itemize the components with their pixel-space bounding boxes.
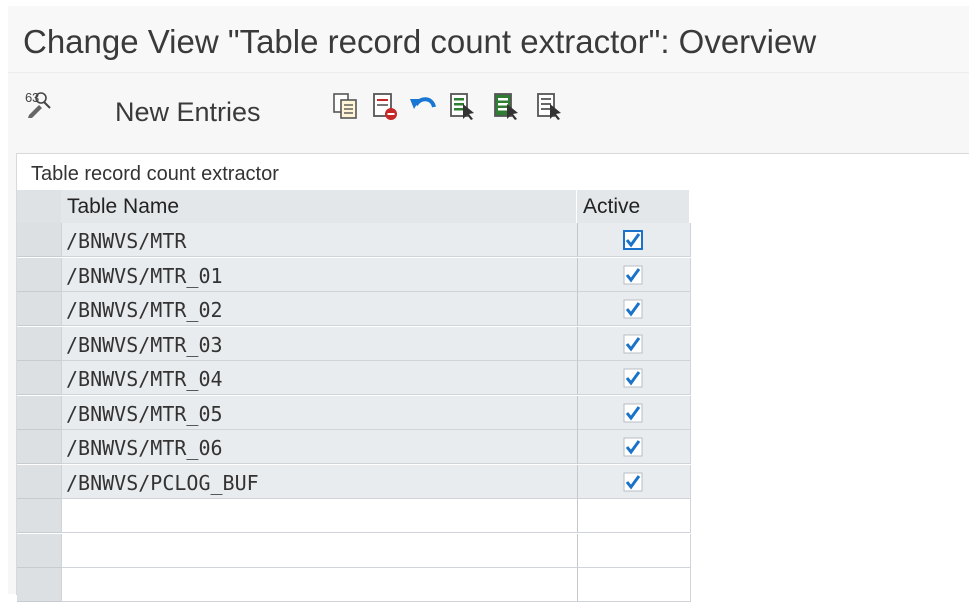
- row-selector[interactable]: [17, 223, 61, 257]
- table-name-value: /BNWVS/MTR_03: [66, 332, 223, 357]
- table-name-cell[interactable]: [61, 568, 577, 602]
- deselect-all-icon[interactable]: [535, 91, 565, 121]
- active-cell: [577, 326, 691, 361]
- table-row[interactable]: /BNWVS/MTR_02: [17, 292, 691, 326]
- active-checkbox[interactable]: [623, 437, 643, 457]
- row-selector[interactable]: [17, 292, 61, 326]
- column-header-label: Active: [583, 195, 641, 218]
- table-name-cell[interactable]: /BNWVS/MTR_01: [61, 257, 577, 292]
- active-checkbox[interactable]: [623, 403, 643, 423]
- active-cell: [577, 499, 691, 533]
- column-header-label: Table Name: [67, 195, 180, 218]
- active-cell: [577, 464, 691, 499]
- table-row[interactable]: /BNWVS/MTR_06: [17, 430, 691, 464]
- column-header-active[interactable]: Active: [577, 190, 689, 224]
- table-row[interactable]: /BNWVS/MTR_04: [17, 361, 691, 395]
- table-name-value: /BNWVS/MTR_06: [66, 436, 223, 460]
- row-selector[interactable]: [17, 533, 61, 568]
- table-name-cell[interactable]: /BNWVS/MTR_04: [61, 361, 577, 395]
- sap-window: Change View "Table record count extracto…: [8, 6, 969, 602]
- active-cell: [577, 533, 691, 568]
- column-header-table-name[interactable]: Table Name: [61, 190, 576, 224]
- active-checkbox[interactable]: [623, 472, 643, 492]
- table-row[interactable]: /BNWVS/PCLOG_BUF: [17, 464, 691, 499]
- active-cell: [577, 361, 691, 395]
- table-name-cell[interactable]: /BNWVS/MTR_03: [61, 326, 577, 361]
- table-name-cell[interactable]: /BNWVS/MTR_06: [61, 430, 577, 464]
- empty-table-row[interactable]: [17, 499, 691, 533]
- active-checkbox[interactable]: [623, 265, 643, 285]
- table-name-cell[interactable]: /BNWVS/MTR: [61, 223, 577, 257]
- row-selector[interactable]: [17, 257, 61, 292]
- table-row[interactable]: /BNWVS/MTR: [17, 223, 691, 257]
- empty-table-row[interactable]: [17, 533, 691, 568]
- table-name-value: /BNWVS/PCLOG_BUF: [66, 470, 259, 495]
- empty-table-row[interactable]: [17, 568, 691, 602]
- row-selector[interactable]: [17, 430, 61, 464]
- table-row[interactable]: /BNWVS/MTR_05: [17, 395, 691, 430]
- page-title: Change View "Table record count extracto…: [23, 23, 817, 60]
- display-change-icon[interactable]: 6 3: [23, 89, 53, 119]
- active-checkbox[interactable]: [623, 368, 643, 388]
- table-row[interactable]: /BNWVS/MTR_01: [17, 257, 691, 292]
- table-name-cell[interactable]: /BNWVS/PCLOG_BUF: [61, 464, 577, 499]
- row-selector[interactable]: [17, 464, 61, 499]
- row-selector[interactable]: [17, 326, 61, 361]
- undo-icon[interactable]: [408, 91, 438, 121]
- table-control-panel: Table record count extractor Table Name …: [16, 153, 969, 602]
- select-all-icon[interactable]: [448, 91, 478, 121]
- delete-icon[interactable]: [370, 91, 400, 121]
- active-cell: [577, 223, 691, 257]
- row-selector[interactable]: [17, 361, 61, 395]
- copy-icon[interactable]: [330, 91, 360, 121]
- table-name-cell[interactable]: [61, 533, 577, 568]
- active-cell: [577, 395, 691, 430]
- row-selector[interactable]: [17, 568, 61, 602]
- application-toolbar: 6 3 New Entries: [8, 72, 969, 141]
- table-name-value: /BNWVS/MTR: [66, 229, 187, 253]
- table-name-cell[interactable]: [61, 499, 577, 533]
- active-cell: [577, 568, 691, 602]
- new-entries-button[interactable]: New Entries: [115, 97, 261, 128]
- active-cell: [577, 292, 691, 326]
- panel-title: Table record count extractor: [31, 163, 279, 185]
- active-checkbox[interactable]: [623, 334, 643, 354]
- table-name-value: /BNWVS/MTR_04: [66, 367, 223, 391]
- title-bar: Change View "Table record count extracto…: [8, 6, 969, 72]
- table-name-value: /BNWVS/MTR_05: [66, 401, 223, 426]
- table-name-cell[interactable]: /BNWVS/MTR_02: [61, 292, 577, 326]
- active-checkbox[interactable]: [623, 299, 643, 319]
- row-selector[interactable]: [17, 499, 61, 533]
- active-cell: [577, 430, 691, 464]
- table-row[interactable]: /BNWVS/MTR_03: [17, 326, 691, 361]
- table-name-value: /BNWVS/MTR_01: [66, 263, 223, 288]
- table-name-value: /BNWVS/MTR_02: [66, 298, 223, 322]
- select-all-rows-header[interactable]: [17, 190, 61, 224]
- table-name-cell[interactable]: /BNWVS/MTR_05: [61, 395, 577, 430]
- row-selector[interactable]: [17, 395, 61, 430]
- select-block-icon[interactable]: [492, 91, 522, 121]
- active-cell: [577, 257, 691, 292]
- active-checkbox[interactable]: [623, 230, 643, 250]
